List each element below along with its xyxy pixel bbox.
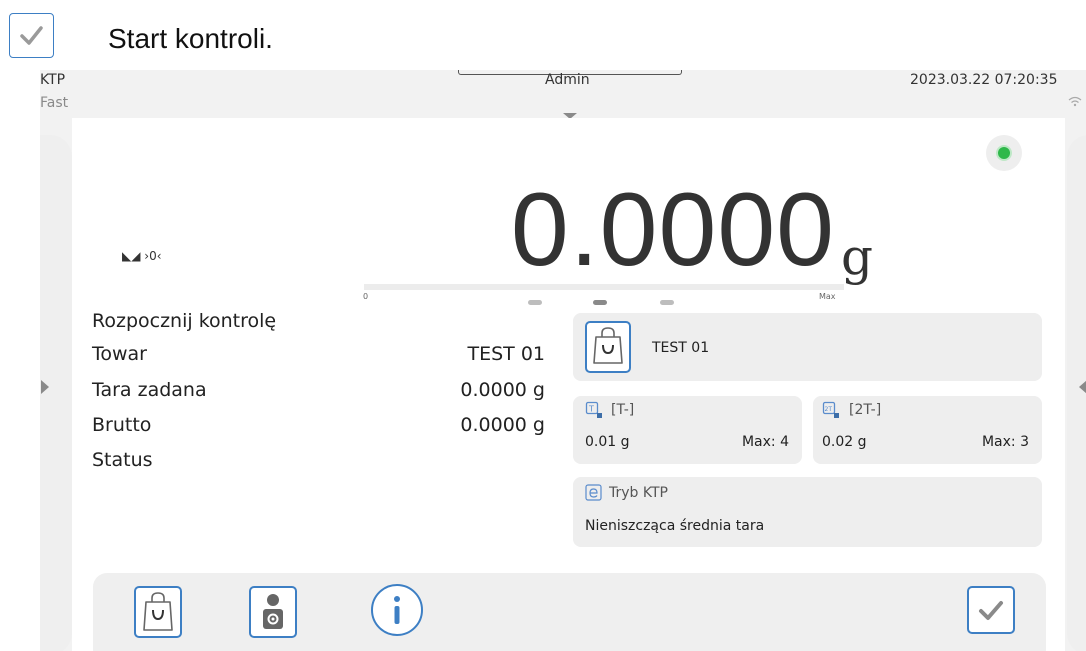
profile-label[interactable]: Fast [40, 95, 68, 111]
right-panel-arrow-icon[interactable] [1078, 379, 1086, 395]
left-panel-arrow-icon[interactable] [40, 379, 50, 395]
tare-t-title: [T-] [611, 402, 635, 418]
bar-min-label: 0 [363, 292, 369, 301]
tare-2t-max: Max: 3 [981, 434, 1029, 450]
bar-max-label: Max [819, 292, 836, 301]
info-value-gross: 0.0000 g [460, 414, 545, 436]
product-card-label: TEST 01 [652, 340, 710, 356]
tare-card-t[interactable]: T [T-] 0.01 g Max: 4 [573, 396, 802, 464]
info-icon [394, 596, 400, 624]
info-heading: Rozpocznij kontrolę [92, 310, 277, 332]
ktp-mode-card[interactable]: Tryb KTP Nieniszcząca średnia tara [573, 477, 1042, 547]
user-gear-icon [263, 594, 283, 629]
mode-e-icon [585, 484, 602, 501]
user-label[interactable]: Admin [545, 72, 590, 88]
tare-card-2t[interactable]: 2T [2T-] 0.02 g Max: 3 [813, 396, 1042, 464]
tare-2t-icon: 2T [822, 401, 839, 418]
load-bar [364, 284, 844, 290]
status-led-button[interactable] [986, 135, 1022, 171]
main-panel: 0.0000 g ◣◢ ›0‹ 0 Max Rozpocznij kontrol… [72, 118, 1065, 651]
product-card[interactable]: TEST 01 [573, 313, 1042, 381]
bottom-toolbar [93, 573, 1046, 651]
info-button[interactable] [371, 584, 423, 636]
page-dot-3[interactable] [660, 300, 674, 305]
svg-text:2T: 2T [825, 406, 833, 413]
start-check-button[interactable] [967, 586, 1015, 634]
tare-t-value: 0.01 g [585, 434, 630, 450]
stability-zero-indicators: ◣◢ ›0‹ [122, 249, 162, 263]
status-led-icon [998, 147, 1010, 159]
info-label-product: Towar [92, 343, 147, 365]
weight-unit: g [841, 228, 874, 286]
info-value-tare: 0.0000 g [460, 379, 545, 401]
bag-icon [143, 592, 173, 631]
ktp-mode-title: Tryb KTP [609, 485, 668, 501]
info-label-gross: Brutto [92, 414, 152, 436]
tare-2t-value: 0.02 g [822, 434, 867, 450]
tare-t-icon: T [585, 401, 602, 418]
mode-label: KTP [40, 72, 66, 88]
product-select-button[interactable] [134, 586, 182, 638]
page-dot-1[interactable] [528, 300, 542, 305]
product-bag-icon[interactable] [585, 321, 631, 373]
device-screen: KTP Fast Admin 2023.03.22 07:20:35 0.000… [40, 70, 1086, 651]
info-label-tare: Tara zadana [92, 379, 207, 401]
ktp-mode-value: Nieniszcząca średnia tara [585, 518, 765, 534]
tare-t-max: Max: 4 [741, 434, 789, 450]
caption-check-icon [9, 13, 54, 58]
status-bar: KTP Fast Admin 2023.03.22 07:20:35 [40, 70, 1086, 119]
user-settings-button[interactable] [249, 586, 297, 638]
weight-reading: 0.0000 [510, 172, 835, 288]
svg-text:T: T [588, 405, 594, 414]
info-value-product: TEST 01 [467, 343, 546, 365]
info-label-status: Status [92, 449, 153, 471]
tare-2t-title: [2T-] [849, 402, 882, 418]
wifi-icon [1068, 96, 1082, 107]
caption-text: Start kontroli. [108, 23, 273, 54]
page-dot-2[interactable] [593, 300, 607, 305]
datetime-label: 2023.03.22 07:20:35 [910, 72, 1058, 88]
check-icon [979, 601, 1003, 620]
